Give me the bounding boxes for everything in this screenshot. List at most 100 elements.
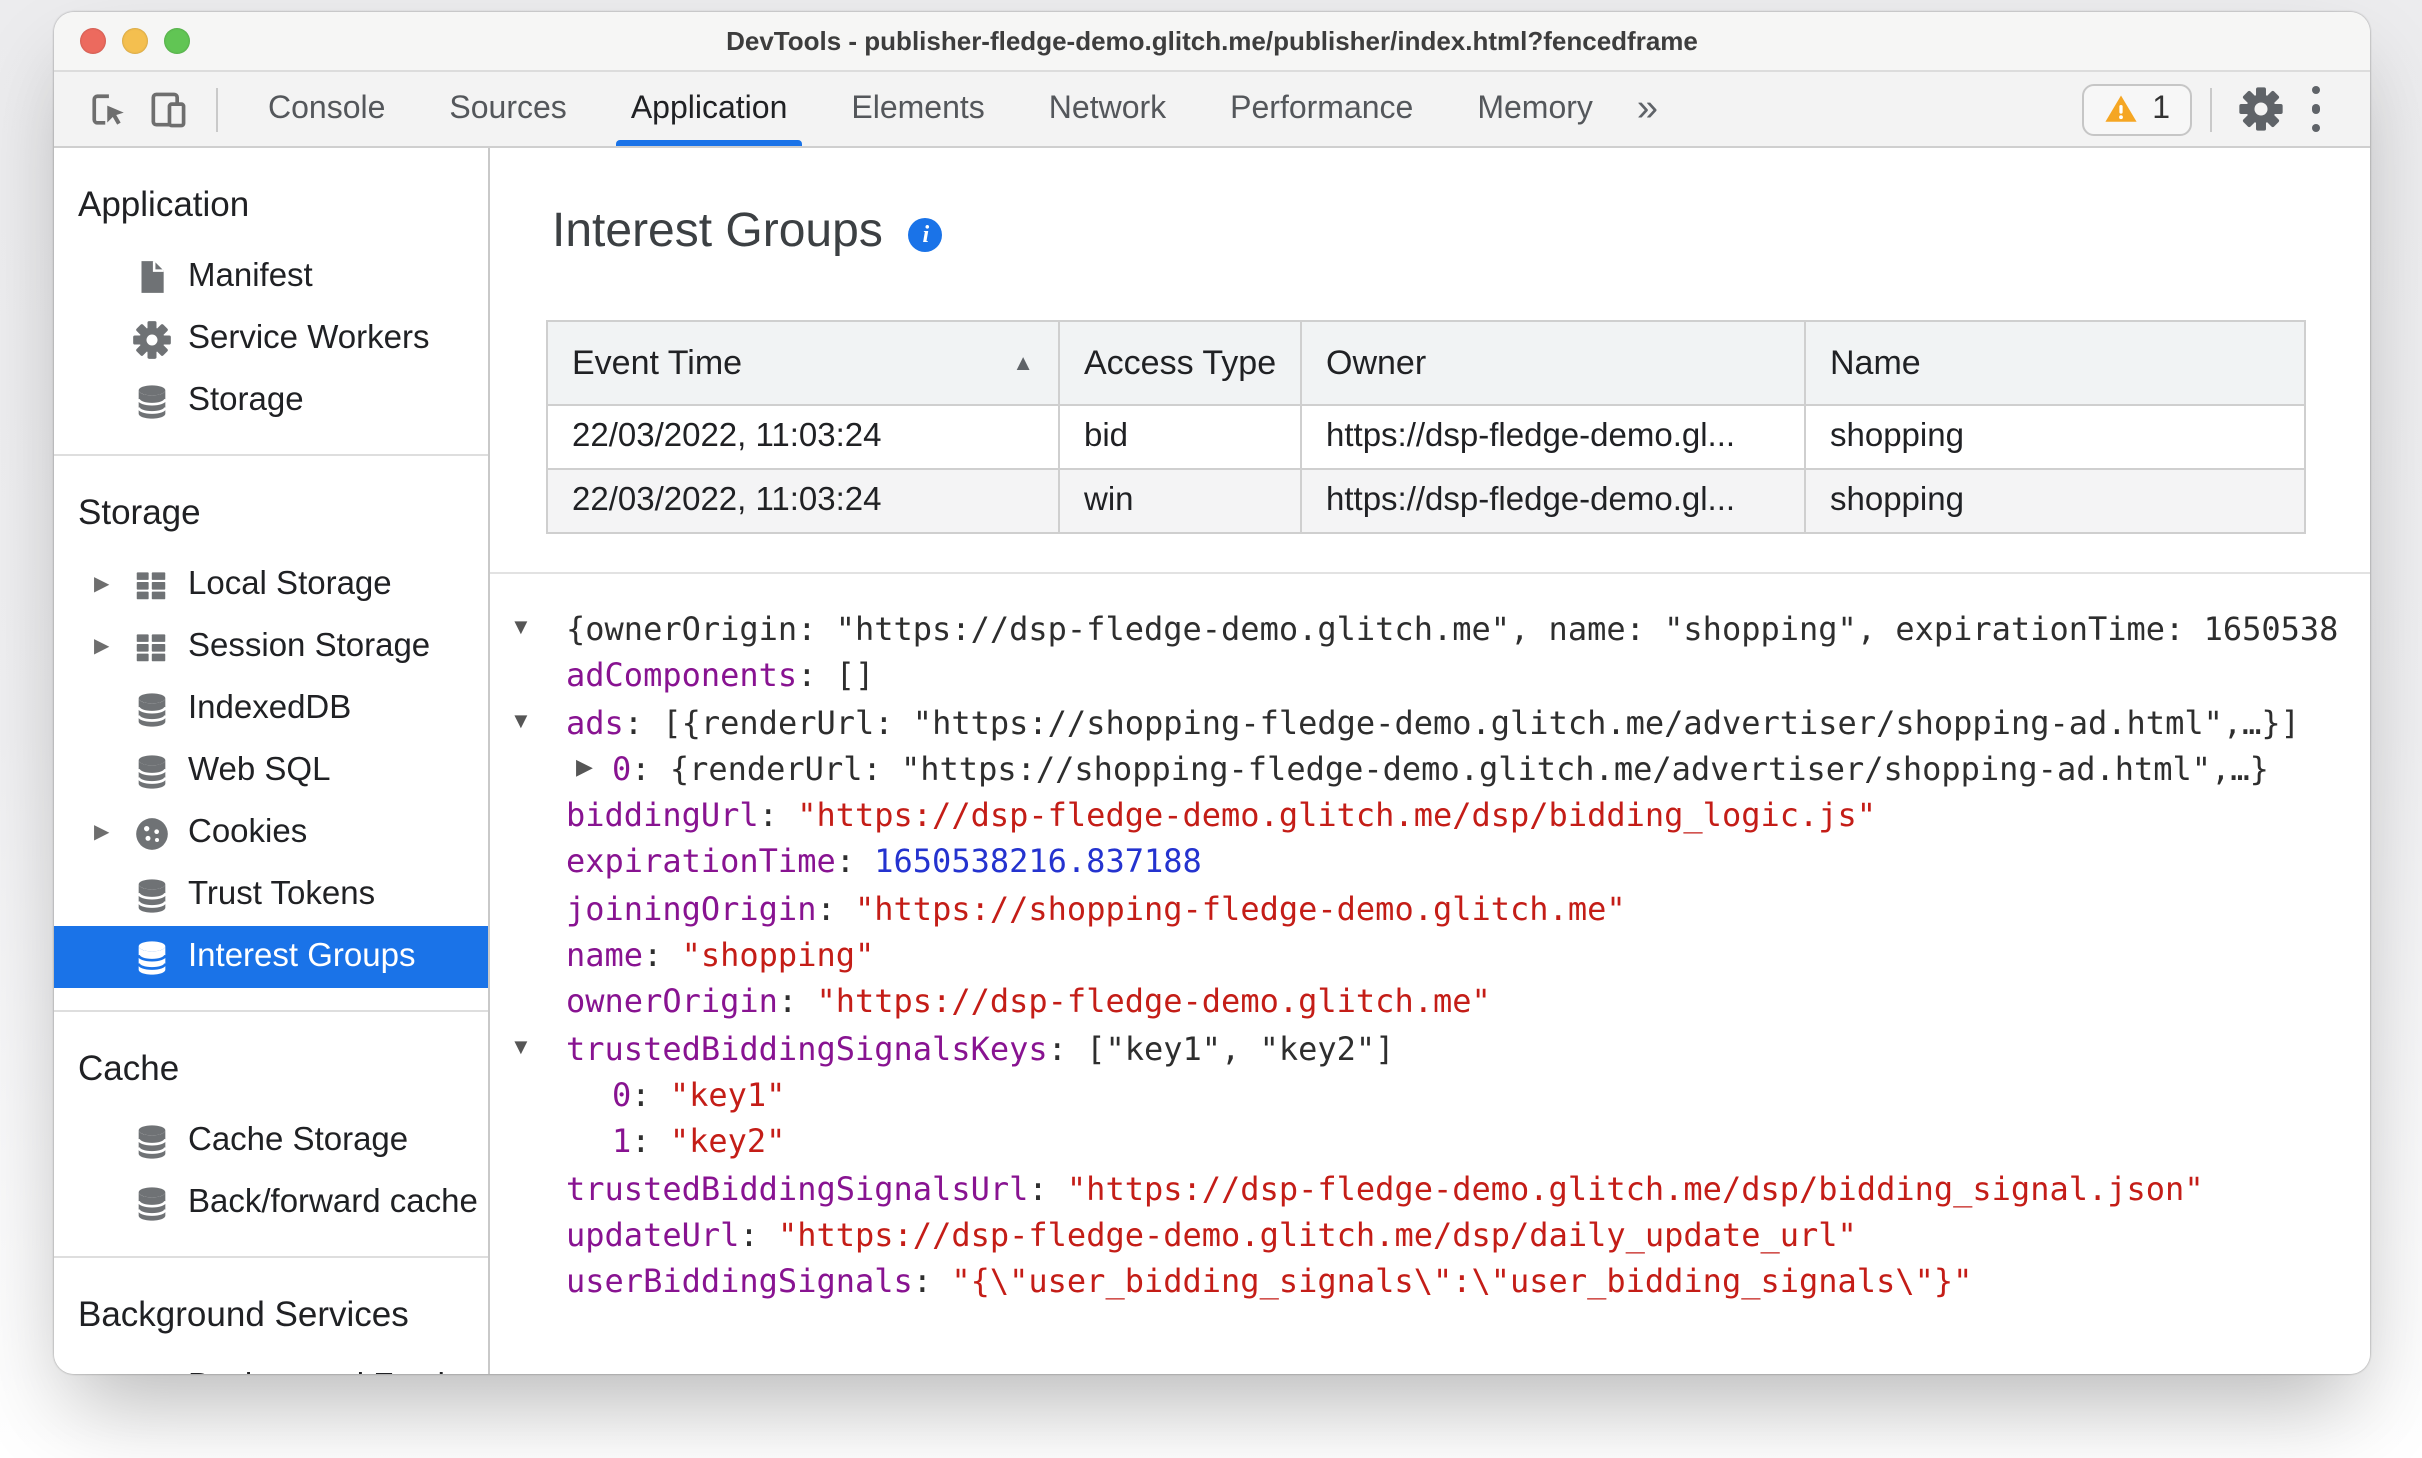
fetch-icon: [130, 1366, 172, 1374]
tree-line[interactable]: ▼ ads: [{renderUrl: "https://shopping-fle…: [490, 699, 2370, 746]
sidebar-item-storage[interactable]: Storage: [54, 370, 488, 432]
tree-token-str: "https://dsp-fledge-demo.glitch.me": [816, 982, 1491, 1021]
tree-token-key: 0: [612, 749, 632, 788]
tree-token-plain: : []: [797, 656, 875, 695]
tab-network[interactable]: Network: [1017, 72, 1198, 146]
expand-arrow-icon[interactable]: ▶: [94, 636, 130, 658]
tree-token-key: name: [566, 936, 644, 975]
tree-token-str: "key1": [669, 1075, 786, 1114]
traffic-lights: [80, 28, 190, 54]
tree-token-key: trustedBiddingSignalsUrl: [566, 1169, 1029, 1208]
table-row[interactable]: 22/03/2022, 11:03:24 win https://dsp-fledg…: [546, 468, 2306, 534]
tab-memory[interactable]: Memory: [1445, 72, 1625, 146]
gear-icon: [130, 318, 172, 360]
sidebar-item-label: Service Workers: [188, 320, 430, 356]
tree-line[interactable]: updateUrl: "https://dsp-fledge-demo.glit…: [490, 1212, 2370, 1259]
interest-groups-panel: Interest Groups i Event Time ▲ Access Type…: [490, 148, 2370, 1374]
tree-token-str: "https://shopping-fledge-demo.glitch.me": [855, 889, 1626, 928]
sidebar-item-label: Local Storage: [188, 566, 392, 602]
tree-token-str: "key2": [669, 1122, 786, 1161]
kebab-menu-icon[interactable]: [2290, 79, 2342, 139]
tree-line[interactable]: trustedBiddingSignalsUrl: "https://dsp-f…: [490, 1165, 2370, 1212]
tree-line[interactable]: 0: "key1": [490, 1072, 2370, 1119]
desktop-background: DevTools - publisher-fledge-demo.glitch.…: [0, 0, 2422, 1458]
column-header-name[interactable]: Name: [1804, 320, 2306, 406]
tree-token-plain: :: [739, 1215, 778, 1254]
column-label: Event Time: [572, 343, 743, 381]
tree-token-key: trustedBiddingSignalsKeys: [566, 1029, 1048, 1068]
settings-gear-icon[interactable]: [2230, 79, 2290, 139]
sidebar-section-cache: Cache Cache Storage Back/forward cache: [54, 1012, 488, 1258]
sidebar-item-session-storage[interactable]: ▶ Session Storage: [54, 616, 488, 678]
section-title: Application: [78, 184, 250, 224]
column-label: Access Type: [1084, 343, 1277, 381]
sidebar-item-web-sql[interactable]: Web SQL: [54, 740, 488, 802]
tree-token-plain: : {renderUrl: "https://shopping-fledge-d…: [631, 749, 2269, 788]
tree-line[interactable]: adComponents: []: [490, 653, 2370, 700]
sidebar-item-back-forward-cache[interactable]: Back/forward cache: [54, 1172, 488, 1234]
minimize-window-button[interactable]: [122, 28, 148, 54]
window-title: DevTools - publisher-fledge-demo.glitch.…: [726, 26, 1698, 56]
column-header-owner[interactable]: Owner: [1300, 320, 1806, 406]
sidebar-section-application: Application Manifest Service Workers Storag…: [54, 148, 488, 456]
expand-arrow-icon[interactable]: ▶: [94, 574, 130, 596]
sidebar-item-cache-storage[interactable]: Cache Storage: [54, 1110, 488, 1172]
table-cell: https://dsp-fledge-demo.gl...: [1300, 404, 1806, 470]
column-header-event-time[interactable]: Event Time ▲: [546, 320, 1060, 406]
sidebar-item-interest-groups[interactable]: Interest Groups: [54, 926, 488, 988]
inspect-element-icon[interactable]: [78, 79, 138, 139]
tab-performance[interactable]: Performance: [1198, 72, 1445, 146]
tree-token-num: 1650538216.837188: [874, 842, 1202, 881]
sidebar-item-local-storage[interactable]: ▶ Local Storage: [54, 554, 488, 616]
info-icon[interactable]: i: [908, 217, 943, 251]
sidebar-item-background-fetch[interactable]: Background Fetch: [54, 1356, 488, 1374]
sidebar-item-manifest[interactable]: Manifest: [54, 246, 488, 308]
tree-token-key: ownerOrigin: [566, 982, 778, 1021]
expand-arrow-icon[interactable]: ▶: [94, 822, 130, 844]
close-window-button[interactable]: [80, 28, 106, 54]
tree-expander-closed-icon[interactable]: ▶: [576, 746, 608, 793]
device-toolbar-icon[interactable]: [138, 79, 198, 139]
tree-line[interactable]: ▶ 0: {renderUrl: "https://shopping-fledge…: [490, 746, 2370, 793]
warning-icon: [2105, 95, 2137, 122]
tree-expander-open-icon[interactable]: ▼: [510, 1025, 542, 1072]
sidebar-item-indexeddb[interactable]: IndexedDB: [54, 678, 488, 740]
table-icon: [130, 626, 172, 668]
sidebar-item-service-workers[interactable]: Service Workers: [54, 308, 488, 370]
toolbar-separator: [2210, 87, 2212, 131]
tree-line[interactable]: biddingUrl: "https://dsp-fledge-demo.gli…: [490, 792, 2370, 839]
issues-badge[interactable]: 1: [2082, 83, 2192, 135]
tree-token-plain: :: [835, 842, 875, 881]
tab-console[interactable]: Console: [236, 72, 417, 146]
tree-line[interactable]: joiningOrigin: "https://shopping-fledge-…: [490, 886, 2370, 933]
database-icon: [130, 688, 172, 730]
tab-application[interactable]: Application: [599, 72, 820, 146]
tree-line[interactable]: 1: "key2": [490, 1119, 2370, 1166]
sidebar-item-trust-tokens[interactable]: Trust Tokens: [54, 864, 488, 926]
tree-line[interactable]: userBiddingSignals: "{\"user_bidding_sig…: [490, 1258, 2370, 1305]
tab-sources[interactable]: Sources: [417, 72, 598, 146]
more-tabs-icon[interactable]: »: [1625, 87, 1670, 131]
tree-token-key: expirationTime: [566, 842, 836, 881]
tab-elements[interactable]: Elements: [819, 72, 1016, 146]
tree-line[interactable]: name: "shopping": [490, 932, 2370, 979]
table-row[interactable]: 22/03/2022, 11:03:24 bid https://dsp-fledg…: [546, 404, 2306, 470]
column-header-access-type[interactable]: Access Type: [1058, 320, 1302, 406]
document-icon: [130, 256, 172, 298]
database-icon: [130, 874, 172, 916]
tree-line[interactable]: ownerOrigin: "https://dsp-fledge-demo.gl…: [490, 979, 2370, 1026]
tree-line[interactable]: ▼ {ownerOrigin: "https://dsp-fledge-demo.…: [490, 606, 2370, 653]
sidebar-item-cookies[interactable]: ▶ Cookies: [54, 802, 488, 864]
sidebar-item-label: Web SQL: [188, 752, 331, 788]
tree-expander-open-icon[interactable]: ▼: [510, 699, 542, 746]
section-title: Background Services: [78, 1294, 409, 1334]
tree-token-plain: :: [631, 1122, 670, 1161]
tree-expander-open-icon[interactable]: ▼: [510, 606, 542, 653]
sidebar-item-label: Storage: [188, 382, 304, 418]
table-cell: shopping: [1804, 468, 2306, 534]
tree-token-str: "https://dsp-fledge-demo.glitch.me/dsp/d…: [777, 1215, 1857, 1254]
tree-line[interactable]: expirationTime: 1650538216.837188: [490, 839, 2370, 886]
column-label: Owner: [1326, 343, 1427, 381]
zoom-window-button[interactable]: [164, 28, 190, 54]
tree-line[interactable]: ▼ trustedBiddingSignalsKeys: ["key1", "ke…: [490, 1025, 2370, 1072]
